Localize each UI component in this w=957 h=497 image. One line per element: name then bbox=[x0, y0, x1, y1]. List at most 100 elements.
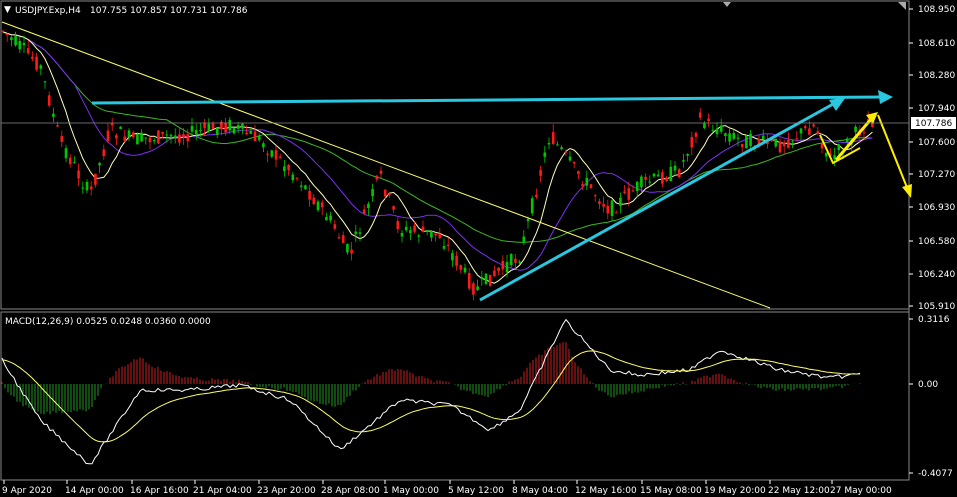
candle-body bbox=[337, 237, 341, 239]
candle-body bbox=[530, 198, 534, 214]
candle-body bbox=[535, 194, 538, 198]
candle-body bbox=[215, 127, 219, 135]
chart-window[interactable]: ▼ USDJPY.Exp,H4 107.755 107.857 107.731 … bbox=[0, 0, 957, 497]
candle-body bbox=[509, 254, 513, 266]
candle-body bbox=[631, 190, 635, 192]
price-tick-label: 105.910 bbox=[918, 302, 955, 312]
candle-body bbox=[304, 185, 307, 189]
candle-body bbox=[404, 226, 408, 231]
candle-body bbox=[262, 143, 265, 148]
candle-body bbox=[488, 274, 492, 287]
candle-body bbox=[392, 206, 395, 210]
candle-body bbox=[652, 173, 656, 177]
candle-body bbox=[333, 224, 337, 229]
macd-tick-label: -0.4077 bbox=[918, 469, 953, 479]
candle-body bbox=[253, 131, 257, 142]
candle-body bbox=[585, 177, 589, 186]
candle-body bbox=[136, 133, 139, 145]
candle-body bbox=[169, 134, 173, 137]
candle-body bbox=[161, 131, 164, 134]
candle-body bbox=[526, 218, 530, 222]
time-tick-label: 12 May 16:00 bbox=[575, 486, 637, 496]
candle-body bbox=[115, 135, 118, 139]
candle-body bbox=[635, 181, 639, 192]
candle-body bbox=[803, 126, 807, 129]
candle-body bbox=[581, 184, 584, 186]
candle-body bbox=[736, 137, 740, 139]
candle-body bbox=[94, 173, 97, 185]
time-tick-label: 22 May 12:00 bbox=[768, 486, 830, 496]
symbol-label: USDJPY.Exp,H4 bbox=[15, 6, 81, 16]
candle-body bbox=[375, 175, 379, 180]
candle-body bbox=[434, 233, 437, 236]
candle-body bbox=[711, 130, 715, 132]
dropdown-icon[interactable]: ▼ bbox=[4, 5, 11, 15]
candle-body bbox=[690, 136, 694, 148]
candle-body bbox=[740, 144, 744, 148]
candle-body bbox=[539, 170, 542, 176]
candle-body bbox=[862, 132, 866, 134]
candle-body bbox=[698, 112, 702, 118]
candle-body bbox=[182, 134, 185, 138]
candle-body bbox=[715, 128, 719, 135]
candle-body bbox=[593, 195, 597, 197]
price-tick-label: 107.600 bbox=[918, 138, 955, 148]
candle-body bbox=[144, 137, 148, 139]
candle-body bbox=[505, 261, 509, 273]
current-price-marker: 107.786 bbox=[911, 117, 956, 129]
candle-body bbox=[77, 170, 80, 179]
candle-body bbox=[295, 177, 299, 179]
candle-body bbox=[199, 130, 202, 132]
candle-body bbox=[266, 153, 269, 155]
candle-body bbox=[425, 229, 429, 232]
candle-body bbox=[602, 203, 605, 207]
candle-body bbox=[564, 151, 568, 153]
price-tick-label: 106.930 bbox=[918, 203, 955, 213]
time-tick-label: 9 Apr 2020 bbox=[2, 486, 52, 496]
candle-body bbox=[308, 190, 311, 200]
candle-body bbox=[728, 133, 731, 142]
candle-body bbox=[661, 172, 664, 184]
candle-body bbox=[173, 135, 177, 139]
candle-body bbox=[68, 157, 72, 165]
candle-body bbox=[371, 189, 374, 197]
price-tick-label: 107.270 bbox=[918, 170, 955, 180]
candle-body bbox=[623, 191, 626, 194]
candle-body bbox=[824, 152, 828, 157]
candle-body bbox=[854, 126, 857, 132]
candle-body bbox=[224, 122, 227, 133]
candle-body bbox=[745, 135, 748, 149]
candle-body bbox=[60, 136, 64, 142]
candle-body bbox=[131, 132, 135, 137]
candle-body bbox=[329, 215, 332, 221]
candle-body bbox=[190, 125, 194, 132]
candle-body bbox=[148, 137, 152, 143]
svg-text:107.786: 107.786 bbox=[915, 119, 952, 129]
candle-body bbox=[31, 56, 34, 59]
candle-body bbox=[388, 194, 391, 196]
time-tick-label: 27 May 00:00 bbox=[830, 486, 892, 496]
candle-body bbox=[551, 132, 555, 145]
candle-body bbox=[140, 132, 143, 142]
candle-body bbox=[749, 133, 752, 146]
candle-body bbox=[845, 138, 849, 143]
candle-body bbox=[619, 197, 622, 206]
candle-body bbox=[270, 150, 274, 157]
time-tick-label: 14 Apr 00:00 bbox=[65, 486, 124, 496]
candle-body bbox=[299, 185, 303, 187]
candle-body bbox=[383, 189, 387, 197]
time-tick-label: 8 May 04:00 bbox=[512, 486, 568, 496]
candle-body bbox=[577, 171, 580, 175]
time-axis: 9 Apr 2020 14 Apr 00:00 16 Apr 16:00 21 Apr… bbox=[2, 480, 892, 496]
candle-body bbox=[455, 255, 458, 266]
candle-body bbox=[627, 188, 631, 200]
candle-body bbox=[211, 123, 215, 129]
candle-body bbox=[379, 170, 383, 174]
candle-body bbox=[518, 261, 521, 263]
candle-body bbox=[761, 135, 765, 140]
candle-body bbox=[157, 130, 160, 144]
candle-body bbox=[26, 48, 30, 54]
candle-body bbox=[64, 148, 68, 159]
time-tick-label: 19 May 20:00 bbox=[704, 486, 766, 496]
candle-body bbox=[547, 142, 551, 145]
